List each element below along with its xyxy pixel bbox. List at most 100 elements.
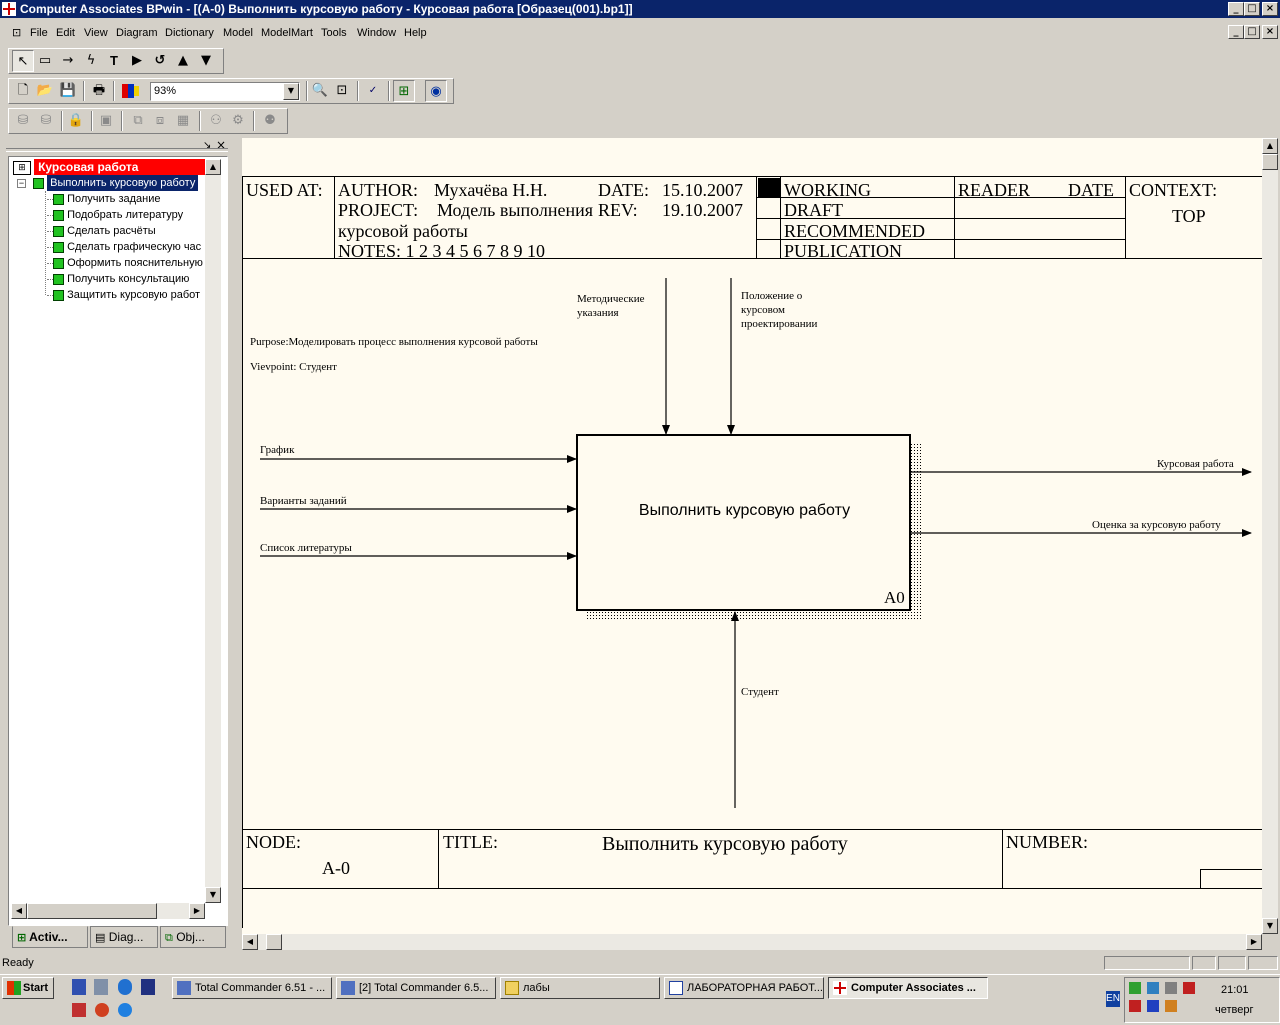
scroll-thumb[interactable] — [27, 903, 157, 919]
kaspersky-icon[interactable] — [1183, 982, 1195, 994]
input-label-2[interactable]: Варианты заданий — [260, 494, 347, 508]
zoom-fit-icon[interactable]: ⊡ — [331, 80, 353, 102]
save-icon[interactable]: 💾 — [57, 80, 79, 102]
diagram-canvas[interactable]: USED AT: AUTHOR: Мухачёва Н.Н. DATE: 15.… — [242, 138, 1262, 934]
scroll-left-icon[interactable]: ◀ — [11, 903, 27, 919]
quicklaunch-icon[interactable] — [72, 1003, 86, 1017]
scroll-right-icon[interactable]: ▶ — [189, 903, 205, 919]
bpwin-app-icon[interactable] — [2, 2, 16, 16]
tree-item[interactable]: Защитить курсовую работ — [47, 287, 207, 303]
scroll-up-icon[interactable]: ▲ — [205, 159, 221, 175]
window-title-bar[interactable]: Computer Associates BPwin - [(A-0) Выпол… — [0, 0, 1280, 18]
mm-users-icon[interactable]: ⚇ — [205, 110, 227, 132]
zoom-select[interactable]: 93% ▼ — [150, 82, 300, 101]
task-bpwin[interactable]: Computer Associates ... — [828, 977, 988, 999]
go-down-icon[interactable]: ▼ — [195, 50, 217, 72]
rotate-tool-icon[interactable]: ↺ — [149, 50, 171, 72]
control-label-2[interactable]: Положение о курсовом проектировании — [741, 289, 817, 331]
menu-window[interactable]: Window — [357, 27, 396, 39]
squiggle-tool-icon[interactable]: ϟ — [80, 50, 102, 72]
task-folder[interactable]: лабы — [500, 977, 660, 999]
menu-edit[interactable]: Edit — [56, 27, 75, 39]
start-button[interactable]: Start — [2, 977, 54, 999]
scroll-right-icon[interactable]: ▶ — [1246, 934, 1262, 950]
doc-close-button[interactable]: × — [1262, 25, 1278, 39]
menu-view[interactable]: View — [84, 27, 108, 39]
tree-vertical-scrollbar[interactable]: ▲ ▼ — [205, 159, 221, 903]
tray-icon[interactable] — [1165, 1000, 1177, 1012]
mm-disconnect-icon[interactable]: ⛁ — [35, 110, 57, 132]
mm-merge-icon[interactable]: ⧉ — [127, 110, 149, 132]
menu-diagram[interactable]: Diagram — [116, 27, 158, 39]
maximize-button[interactable]: □ — [1244, 2, 1260, 16]
menu-model[interactable]: Model — [223, 27, 253, 39]
activity-box[interactable] — [576, 434, 911, 611]
document-icon[interactable]: ⊡ — [12, 26, 26, 39]
output-label-2[interactable]: Оценка за курсовую работу — [1092, 518, 1221, 532]
mechanism-label[interactable]: Студент — [741, 685, 779, 699]
menu-help[interactable]: Help — [404, 27, 427, 39]
model-explorer-icon[interactable]: ⊞ — [393, 80, 415, 102]
print-icon[interactable]: 🖶 — [88, 80, 110, 102]
collapse-icon[interactable]: − — [17, 178, 26, 188]
tab-diagrams[interactable]: ▤ Diag... — [90, 926, 158, 948]
scroll-down-icon[interactable]: ▼ — [205, 887, 221, 903]
scroll-thumb[interactable] — [1262, 154, 1278, 170]
mm-library-icon[interactable]: ▣ — [95, 110, 117, 132]
tray-icon[interactable] — [1129, 1000, 1141, 1012]
doc-restore-button[interactable]: □ — [1244, 25, 1260, 39]
control-label-1[interactable]: Методические указания — [577, 292, 645, 320]
chevron-down-icon[interactable]: ▼ — [283, 83, 299, 100]
tree-item[interactable]: Сделать расчёты — [47, 223, 207, 239]
ie-icon[interactable] — [118, 979, 132, 995]
output-label-1[interactable]: Курсовая работа — [1157, 457, 1234, 471]
clock-time[interactable]: 21:01 — [1221, 984, 1249, 996]
tray-icon[interactable] — [1129, 982, 1141, 994]
tray-icon[interactable] — [1165, 982, 1177, 994]
tree-item[interactable]: Получить задание — [47, 191, 207, 207]
tab-objects[interactable]: ⧉ Obj... — [160, 926, 226, 948]
menu-tools[interactable]: Tools — [321, 27, 347, 39]
tree-item[interactable]: Сделать графическую час — [47, 239, 207, 255]
menu-dictionary[interactable]: Dictionary — [165, 27, 214, 39]
scroll-thumb[interactable] — [266, 934, 282, 950]
new-file-icon[interactable]: 🗋 — [12, 80, 34, 102]
tree-root[interactable]: ⊞ Курсовая работа — [13, 159, 209, 175]
minimize-button[interactable]: _ — [1228, 2, 1244, 16]
task-word[interactable]: ЛАБОРАТОРНАЯ РАБОТ... — [664, 977, 824, 999]
close-button[interactable]: × — [1262, 2, 1278, 16]
mm-admin-icon[interactable]: ⚉ — [259, 110, 281, 132]
input-label-3[interactable]: Список литературы — [260, 541, 352, 555]
menu-file[interactable]: File — [30, 27, 48, 39]
doc-minimize-button[interactable]: _ — [1228, 25, 1244, 39]
tray-icon[interactable] — [1147, 1000, 1159, 1012]
zoom-in-icon[interactable]: 🔍 — [309, 80, 331, 102]
mm-grid-icon[interactable]: ▦ — [172, 110, 194, 132]
spell-check-icon[interactable]: ✓ — [362, 80, 384, 102]
input-label-1[interactable]: График — [260, 443, 294, 457]
canvas-horizontal-scrollbar[interactable]: ◀ ▶ — [242, 934, 1262, 950]
tree-item[interactable]: Оформить пояснительную — [47, 255, 207, 271]
pointer-tool-icon[interactable]: ↖ — [12, 50, 34, 72]
tree-item[interactable]: Подобрать литературу — [47, 207, 207, 223]
box-tool-icon[interactable]: ▭ — [34, 50, 56, 72]
quicklaunch-icon[interactable] — [94, 979, 108, 995]
mm-security-icon[interactable]: ⚙ — [227, 110, 249, 132]
scroll-up-icon[interactable]: ▲ — [1262, 138, 1278, 154]
open-folder-icon[interactable]: 📂 — [34, 80, 56, 102]
text-tool-icon[interactable]: T — [103, 50, 125, 72]
quicklaunch-icon[interactable] — [95, 1003, 109, 1017]
menu-modelmart[interactable]: ModelMart — [261, 27, 313, 39]
scroll-left-icon[interactable]: ◀ — [242, 934, 258, 950]
play-tool-icon[interactable]: ▶ — [126, 50, 148, 72]
lock-icon[interactable]: 🔒 — [65, 110, 87, 132]
tree-item-selected[interactable]: − Выполнить курсовую работу — [17, 175, 213, 191]
task-total-commander-1[interactable]: Total Commander 6.51 - ... — [172, 977, 332, 999]
language-indicator[interactable]: EN — [1106, 991, 1120, 1007]
quicklaunch-icon[interactable] — [141, 979, 155, 995]
mm-connect-icon[interactable]: ⛁ — [12, 110, 34, 132]
mm-compare-icon[interactable]: ⧈ — [149, 110, 171, 132]
tree-item[interactable]: Получить консультацию — [47, 271, 207, 287]
modelmart-icon[interactable]: ◉ — [425, 80, 447, 102]
tree-horizontal-scrollbar[interactable]: ◀ ▶ — [11, 903, 205, 919]
